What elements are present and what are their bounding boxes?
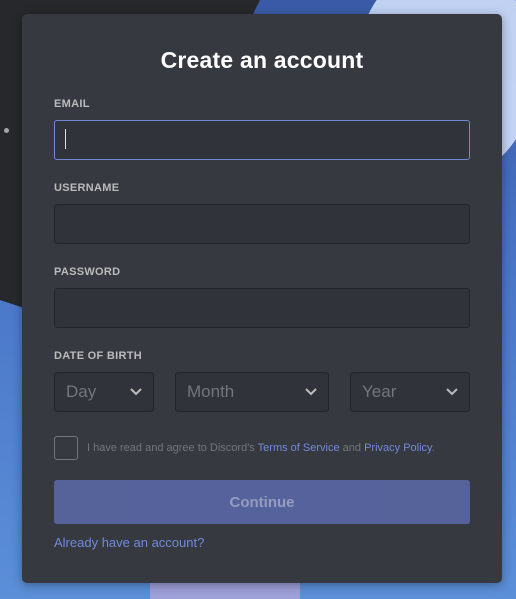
username-label: USERNAME (54, 182, 119, 194)
dob-day-value: Day (66, 382, 96, 402)
agree-prefix: I have read and agree to Discord's (87, 442, 255, 454)
register-card: Create an account EMAIL USERNAME PASSWOR… (22, 14, 502, 583)
dob-day-select[interactable]: Day (54, 372, 154, 412)
terms-of-service-link[interactable]: Terms of Service (258, 442, 340, 454)
dob-year-value: Year (362, 382, 396, 402)
chevron-down-icon (129, 387, 143, 397)
page-title: Create an account (22, 47, 502, 74)
username-input[interactable] (54, 204, 470, 244)
agree-suffix: . (432, 442, 435, 454)
chevron-down-icon (304, 387, 318, 397)
terms-agreement-text: I have read and agree to Discord's Terms… (87, 442, 435, 454)
password-input[interactable] (54, 288, 470, 328)
continue-button[interactable]: Continue (54, 480, 470, 524)
email-label: EMAIL (54, 98, 90, 110)
text-caret (65, 129, 66, 149)
agree-and: and (343, 442, 361, 454)
dob-month-select[interactable]: Month (175, 372, 329, 412)
terms-checkbox[interactable] (54, 436, 78, 460)
login-link[interactable]: Already have an account? (54, 535, 204, 550)
privacy-policy-link[interactable]: Privacy Policy (364, 442, 432, 454)
email-input[interactable] (54, 120, 470, 160)
dob-month-value: Month (187, 382, 234, 402)
dob-label: DATE OF BIRTH (54, 350, 142, 362)
password-label: PASSWORD (54, 266, 120, 278)
background-dot (4, 128, 9, 133)
chevron-down-icon (445, 387, 459, 397)
dob-year-select[interactable]: Year (350, 372, 470, 412)
